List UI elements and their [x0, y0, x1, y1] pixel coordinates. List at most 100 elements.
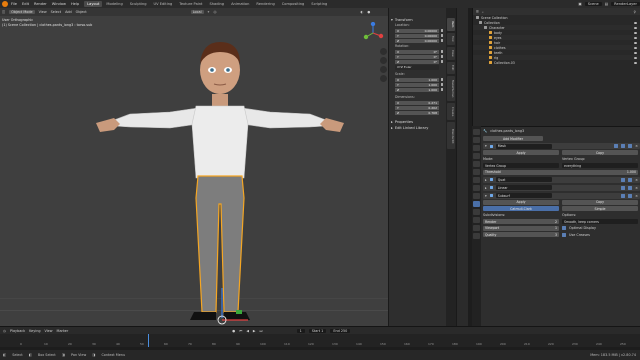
viewport-toggle-icon[interactable] — [621, 177, 626, 182]
edit-linked-library-section[interactable]: ▸ Edit Linked Library — [391, 126, 446, 130]
tab-scripting[interactable]: Scripting — [308, 1, 330, 7]
modifier-header-linear[interactable]: ▸ Linear × — [483, 184, 640, 191]
properties-tab-icon[interactable] — [473, 129, 480, 135]
jump-start-icon[interactable]: ⏮ — [239, 329, 242, 333]
character-model[interactable] — [90, 28, 350, 326]
simple-button[interactable]: Simple — [562, 206, 638, 211]
editor-type-icon[interactable]: ◫ — [2, 10, 5, 14]
eye-icon[interactable] — [634, 51, 637, 54]
zoom-icon[interactable] — [380, 48, 387, 55]
render-toggle-icon[interactable] — [628, 144, 633, 148]
catmull-clark-button[interactable]: Catmull-Clark — [483, 206, 559, 211]
sidebar-tab-item[interactable]: Item — [447, 18, 455, 31]
mask-modifier-header[interactable]: ▾ Mask × — [483, 143, 640, 149]
lock-icon[interactable] — [441, 83, 443, 86]
timeline-track[interactable]: 0 10 20 30 40 50 60 70 80 90 100 110 120 130 140 150 160… — [0, 334, 640, 347]
lock-icon[interactable] — [441, 88, 443, 91]
menu-window[interactable]: Window — [52, 2, 66, 6]
menu-edit[interactable]: Edit — [22, 2, 29, 6]
location-z-field[interactable]: Z 0.00000 — [395, 38, 439, 43]
sidebar-tab-makehuman[interactable]: MakeHuman — [447, 76, 455, 101]
viewport-toggle-icon[interactable] — [621, 185, 626, 190]
properties-tab-icon[interactable] — [473, 137, 480, 143]
playhead[interactable] — [148, 334, 149, 347]
menu-select[interactable]: Select — [51, 10, 61, 14]
blender-logo-icon[interactable] — [2, 1, 8, 7]
lock-icon[interactable] — [441, 78, 443, 81]
shading-icon[interactable]: ● — [367, 10, 370, 14]
lock-icon[interactable] — [441, 60, 443, 63]
dimensions-z-field[interactable]: Z 0.768 — [395, 110, 439, 115]
rotation-z-field[interactable]: Z 0° — [395, 59, 439, 64]
rotation-mode-select[interactable]: XYZ Euler — [395, 65, 439, 70]
sidebar-tab-view[interactable]: View — [447, 47, 455, 60]
pan-icon[interactable] — [380, 57, 387, 64]
eye-icon[interactable] — [634, 61, 637, 64]
menu-view[interactable]: View — [39, 10, 47, 14]
editor-type-icon[interactable]: ◷ — [3, 329, 6, 333]
filter-icon[interactable]: ⚲ — [634, 10, 636, 14]
eye-icon[interactable] — [634, 56, 637, 59]
modifier-header-subsurf[interactable]: ▾ Subsurf × — [483, 192, 640, 199]
menu-add[interactable]: Add — [65, 10, 72, 14]
modifier-name-field[interactable]: Linear — [495, 185, 552, 190]
tab-shading[interactable]: Shading — [206, 1, 227, 7]
menu-marker[interactable]: Marker — [57, 329, 69, 333]
outliner-row[interactable]: Collection.03 — [473, 60, 640, 65]
proportional-icon[interactable]: ◎ — [213, 10, 216, 14]
close-icon[interactable]: × — [635, 178, 638, 182]
eye-icon[interactable] — [634, 31, 637, 34]
overlay-icon[interactable]: ◐ — [360, 10, 363, 14]
properties-tab-icon[interactable] — [473, 209, 480, 215]
tab-uv-editing[interactable]: UV Editing — [151, 1, 176, 7]
quality-field[interactable]: Quality 3 — [483, 232, 559, 237]
render-levels-field[interactable]: Render 2 — [483, 219, 559, 224]
render-toggle-icon[interactable] — [628, 177, 633, 182]
properties-tab-icon[interactable] — [473, 225, 480, 231]
tab-modeling[interactable]: Modeling — [103, 1, 125, 7]
properties-tab-icon[interactable] — [473, 161, 480, 167]
lock-icon[interactable] — [441, 29, 443, 32]
play-icon[interactable]: ▶ — [253, 329, 256, 333]
mask-mode-select[interactable]: Vertex Group — [483, 163, 559, 168]
modifier-name-field[interactable]: Subsurf — [495, 193, 552, 198]
tab-layout[interactable]: Layout — [84, 1, 103, 7]
mask-name-field[interactable]: Mask — [495, 143, 552, 149]
properties-tab-icon[interactable] — [473, 169, 480, 175]
close-icon[interactable]: × — [635, 194, 638, 198]
jump-end-icon[interactable]: ⏭ — [260, 329, 263, 333]
lock-icon[interactable] — [441, 55, 443, 58]
menu-object[interactable]: Object — [76, 10, 87, 14]
lock-icon[interactable] — [441, 34, 443, 37]
viewport-toggle-icon[interactable] — [621, 193, 626, 198]
properties-tab-icon[interactable] — [473, 217, 480, 223]
add-modifier-button[interactable]: Add Modifier — [483, 136, 543, 141]
subsurf-copy-button[interactable]: Copy — [562, 199, 638, 205]
scene-field[interactable]: Scene — [584, 2, 602, 6]
mask-vertex-group-field[interactable]: everything — [562, 163, 638, 168]
snap-icon[interactable]: ⌖ — [208, 10, 210, 14]
outliner-icon[interactable]: ☰ — [476, 10, 479, 14]
menu-file[interactable]: File — [11, 2, 17, 6]
properties-tab-icon[interactable] — [473, 193, 480, 199]
eye-icon[interactable] — [634, 21, 637, 24]
lock-icon[interactable] — [441, 50, 443, 53]
orientation-select[interactable]: Local — [190, 10, 204, 14]
properties-tab-icon[interactable] — [473, 185, 480, 191]
modifier-header-quat[interactable]: ▸ Quat × — [483, 176, 640, 183]
tab-animation[interactable]: Animation — [228, 1, 252, 7]
properties-tab-icon[interactable] — [473, 177, 480, 183]
sidebar-tab-edit[interactable]: Edit — [447, 61, 455, 75]
close-icon[interactable]: × — [635, 186, 638, 190]
subsurf-apply-button[interactable]: Apply — [483, 199, 559, 205]
mask-apply-button[interactable]: Apply — [483, 150, 559, 155]
menu-help[interactable]: Help — [71, 2, 79, 6]
render-toggle-icon[interactable] — [628, 193, 633, 198]
tab-rendering[interactable]: Rendering — [253, 1, 277, 7]
viewport-toggle-icon[interactable] — [621, 144, 626, 148]
properties-tab-icon[interactable] — [473, 201, 480, 207]
mask-copy-button[interactable]: Copy — [562, 150, 638, 155]
play-reverse-icon[interactable]: ◀ — [246, 329, 249, 333]
end-frame-field[interactable]: End 250 — [330, 328, 351, 333]
tab-compositing[interactable]: Compositing — [279, 1, 308, 7]
